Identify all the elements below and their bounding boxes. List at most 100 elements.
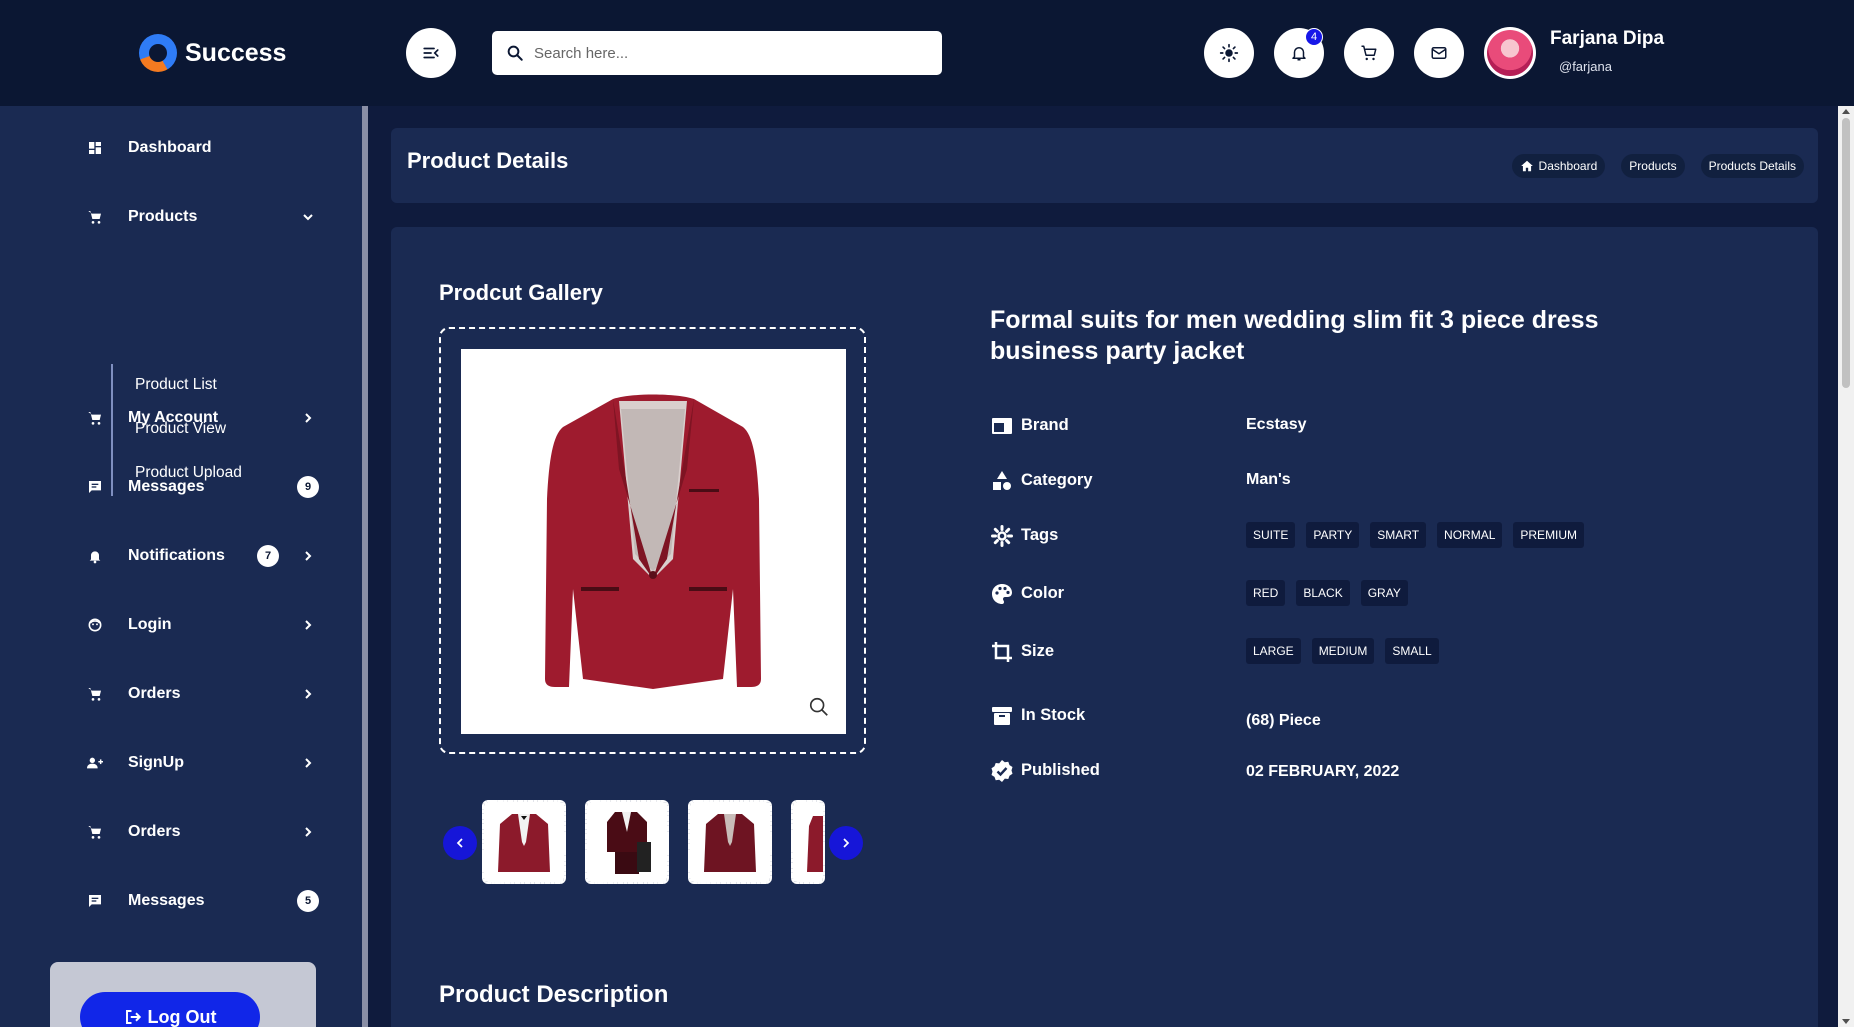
breadcrumb-dashboard[interactable]: Dashboard [1511, 154, 1606, 178]
thumbnail-2[interactable] [585, 800, 669, 884]
color-chip[interactable]: BLACK [1296, 580, 1350, 606]
chevron-right-icon [305, 689, 312, 699]
sizes-list: LARGE MEDIUM SMALL [1246, 638, 1439, 664]
spec-row-published: Published 02 FEBRUARY, 2022 [990, 757, 1770, 787]
cart-button[interactable] [1344, 28, 1394, 78]
color-chip[interactable]: RED [1246, 580, 1286, 606]
logout-button[interactable]: Log Out [80, 992, 260, 1027]
main-image-frame [439, 327, 866, 754]
sidebar-item-notifications[interactable]: Notifications 7 [0, 536, 362, 576]
breadcrumb-products[interactable]: Products [1621, 154, 1685, 178]
spec-label: In Stock [1021, 706, 1086, 724]
size-chip[interactable]: SMALL [1385, 638, 1439, 664]
spec-label: Brand [1021, 416, 1069, 434]
archive-icon [992, 707, 1012, 725]
chevron-right-icon [305, 827, 312, 837]
colors-list: RED BLACK GRAY [1246, 580, 1408, 606]
spec-row-size: Size LARGE MEDIUM SMALL [990, 638, 1770, 668]
main-product-image[interactable] [461, 349, 846, 734]
crop-icon [992, 642, 1012, 662]
size-chip[interactable]: LARGE [1246, 638, 1301, 664]
tag-chip[interactable]: SMART [1370, 522, 1427, 548]
published-value: 02 FEBRUARY, 2022 [1246, 763, 1400, 780]
sidebar-item-label: SignUp [128, 754, 184, 771]
spec-label: Published [1021, 761, 1100, 779]
sidebar-item-label: My Account [128, 409, 219, 426]
cart-icon [86, 823, 104, 841]
description-title: Product Description [439, 981, 669, 1008]
page-title: Product Details [407, 148, 569, 173]
stock-value: (68) Piece [1246, 712, 1321, 729]
sidebar-item-dashboard[interactable]: Dashboard [0, 128, 362, 168]
carousel-prev-button[interactable] [443, 826, 477, 860]
scroll-down-arrow-icon[interactable] [1842, 1019, 1850, 1024]
thumbnail-4[interactable] [791, 800, 825, 884]
thumbnail-3[interactable] [688, 800, 772, 884]
breadcrumb-products-details[interactable]: Products Details [1700, 154, 1804, 178]
home-icon [1520, 160, 1533, 172]
spec-row-brand: Brand Ecstasy [990, 412, 1770, 442]
sidebar-item-my-account[interactable]: My Account [0, 398, 362, 438]
message-icon [86, 892, 104, 910]
breadcrumb: Dashboard Products Products Details [1511, 154, 1804, 178]
sidebar-item-label: Dashboard [128, 139, 212, 156]
top-header: Success 4 Farjana Dipa @farjana [0, 0, 1854, 106]
menu-toggle-button[interactable] [406, 28, 456, 78]
app-name: Success [185, 38, 287, 67]
category-value: Man's [1246, 471, 1291, 488]
spec-label: Size [1021, 642, 1055, 660]
tag-chip[interactable]: PARTY [1306, 522, 1360, 548]
scroll-up-arrow-icon[interactable] [1842, 109, 1850, 114]
tag-chip[interactable]: NORMAL [1437, 522, 1503, 548]
avatar-image [1487, 30, 1533, 76]
chevron-right-icon [843, 838, 850, 848]
sidebar-item-orders-2[interactable]: Orders [0, 812, 362, 852]
user-avatar[interactable] [1484, 27, 1536, 79]
sidebar-item-signup[interactable]: SignUp [0, 743, 362, 783]
thumbnail-1[interactable] [482, 800, 566, 884]
search-input[interactable] [534, 44, 914, 62]
gallery-title: Prodcut Gallery [439, 280, 603, 305]
scrollbar-thumb[interactable] [1842, 118, 1850, 388]
logo[interactable]: Success [139, 34, 286, 72]
messages-count-badge: 5 [297, 890, 319, 912]
mail-button[interactable] [1414, 28, 1464, 78]
color-chip[interactable]: GRAY [1360, 580, 1408, 606]
tag-chip[interactable]: SUITE [1246, 522, 1296, 548]
search-bar[interactable] [492, 31, 942, 75]
sidebar-item-label: Notifications [128, 547, 225, 564]
verified-badge-icon [991, 760, 1013, 782]
spec-row-tags: Tags SUITE PARTY SMART NORMAL PREMIUM [990, 522, 1770, 552]
tag-chip[interactable]: PREMIUM [1513, 522, 1585, 548]
user-name: Farjana Dipa [1550, 28, 1665, 49]
spec-label: Tags [1021, 526, 1059, 544]
user-add-icon [86, 754, 104, 772]
theme-toggle-button[interactable] [1204, 28, 1254, 78]
brand-icon [992, 418, 1012, 434]
sidebar-item-messages-2[interactable]: Messages 5 [0, 881, 362, 921]
jacket-illustration [545, 394, 761, 689]
page-scrollbar[interactable] [1838, 106, 1854, 1027]
sidebar-item-login[interactable]: Login [0, 605, 362, 645]
logout-card: Log Out [50, 962, 316, 1027]
sidebar-item-label: Messages [128, 478, 205, 495]
jacket-thumbnail [704, 814, 756, 872]
sidebar-item-label: Login [128, 616, 172, 633]
search-icon [507, 45, 523, 61]
jacket-thumbnail [807, 816, 823, 872]
chevron-right-icon [305, 551, 312, 561]
notifications-button[interactable]: 4 [1274, 28, 1324, 78]
user-handle: @farjana [1559, 59, 1612, 74]
message-icon [86, 478, 104, 496]
sidebar-item-messages[interactable]: Messages 9 [0, 467, 362, 507]
sidebar-item-orders[interactable]: Orders [0, 674, 362, 714]
cart-icon [1361, 45, 1377, 61]
mail-icon [1431, 47, 1447, 59]
size-chip[interactable]: MEDIUM [1311, 638, 1375, 664]
submenu-item-product-list[interactable]: Product List [135, 376, 217, 394]
zoom-icon[interactable] [808, 696, 830, 718]
carousel-next-button[interactable] [829, 826, 863, 860]
sidebar-item-products[interactable]: Products [0, 197, 362, 237]
cart-icon [86, 208, 104, 226]
logout-label: Log Out [147, 1006, 217, 1027]
